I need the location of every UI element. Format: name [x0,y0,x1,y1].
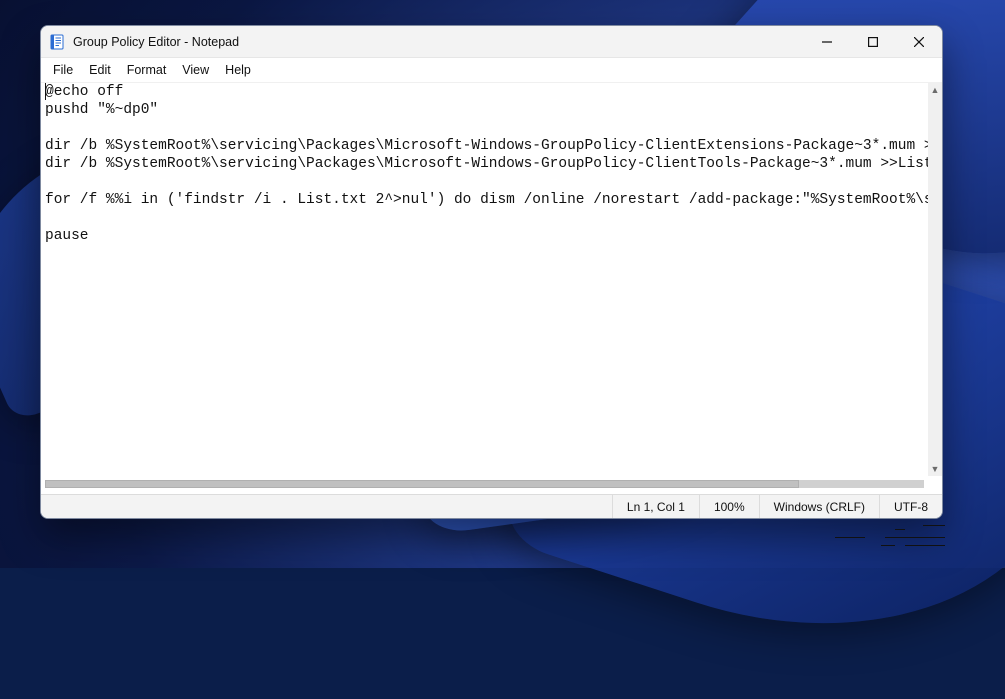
scroll-down-icon[interactable]: ▼ [928,462,942,476]
hscroll-thumb[interactable] [45,480,799,488]
status-encoding: UTF-8 [879,495,942,518]
menu-file[interactable]: File [45,61,81,79]
notepad-window: Group Policy Editor - Notepad File Edit … [40,25,943,519]
horizontal-scrollbar[interactable] [41,476,928,494]
titlebar[interactable]: Group Policy Editor - Notepad [41,26,942,58]
notepad-icon [49,34,65,50]
status-line-ending: Windows (CRLF) [759,495,879,518]
editor-area: @echo off pushd "%~dp0" dir /b %SystemRo… [41,82,942,494]
text-caret [45,83,46,100]
status-zoom: 100% [699,495,759,518]
close-button[interactable] [896,26,942,58]
scroll-up-icon[interactable]: ▲ [928,83,942,97]
vertical-scrollbar[interactable]: ▲ ▼ [928,83,942,476]
statusbar-spacer [41,495,612,518]
status-position: Ln 1, Col 1 [612,495,699,518]
menu-help[interactable]: Help [217,61,259,79]
minimize-button[interactable] [804,26,850,58]
maximize-button[interactable] [850,26,896,58]
menubar: File Edit Format View Help [41,58,942,82]
text-editor[interactable]: @echo off pushd "%~dp0" dir /b %SystemRo… [41,83,928,476]
menu-view[interactable]: View [174,61,217,79]
window-title: Group Policy Editor - Notepad [73,35,804,49]
statusbar: Ln 1, Col 1 100% Windows (CRLF) UTF-8 [41,494,942,518]
menu-format[interactable]: Format [119,61,175,79]
menu-edit[interactable]: Edit [81,61,119,79]
